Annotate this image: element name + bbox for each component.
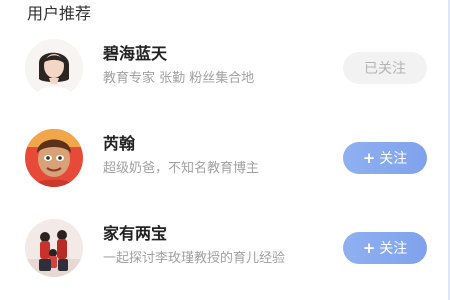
follow-button-label: 关注 bbox=[379, 241, 408, 257]
user-description: 一起探讨李玫瑾教授的育儿经验 bbox=[103, 251, 286, 266]
followed-button-label: 已关注 bbox=[364, 61, 406, 77]
avatar[interactable] bbox=[25, 39, 83, 97]
plus-icon: + bbox=[362, 239, 376, 257]
woman-portrait-avatar-icon bbox=[25, 39, 83, 97]
family-photo-avatar-icon bbox=[25, 219, 83, 277]
user-name[interactable]: 芮翰 bbox=[103, 133, 135, 155]
cartoon-boy-avatar-icon bbox=[25, 129, 83, 187]
user-card[interactable]: 芮翰 超级奶爸，不知名教育博主 + 关注 bbox=[15, 117, 445, 209]
avatar[interactable] bbox=[25, 219, 83, 277]
avatar[interactable] bbox=[25, 129, 83, 187]
user-card[interactable]: 碧海蓝天 教育专家 张勤 粉丝集合地 已关注 bbox=[15, 27, 445, 119]
follow-button[interactable]: + 关注 bbox=[343, 142, 427, 174]
user-description: 超级奶爸，不知名教育博主 bbox=[103, 161, 260, 176]
followed-button[interactable]: 已关注 bbox=[343, 52, 427, 84]
follow-button[interactable]: + 关注 bbox=[343, 232, 427, 264]
user-name[interactable]: 家有两宝 bbox=[103, 223, 167, 245]
user-description: 教育专家 张勤 粉丝集合地 bbox=[103, 71, 255, 86]
follow-button-label: 关注 bbox=[379, 151, 408, 167]
user-recommendation-panel: 用户推荐 碧海蓝天 教育专家 张勤 粉丝集合地 已关注 芮翰 超级奶爸，不知名教… bbox=[0, 0, 450, 300]
user-name[interactable]: 碧海蓝天 bbox=[103, 43, 167, 65]
section-title: 用户推荐 bbox=[27, 4, 92, 23]
plus-icon: + bbox=[362, 149, 376, 167]
user-card[interactable]: 家有两宝 一起探讨李玫瑾教授的育儿经验 + 关注 bbox=[15, 207, 445, 299]
